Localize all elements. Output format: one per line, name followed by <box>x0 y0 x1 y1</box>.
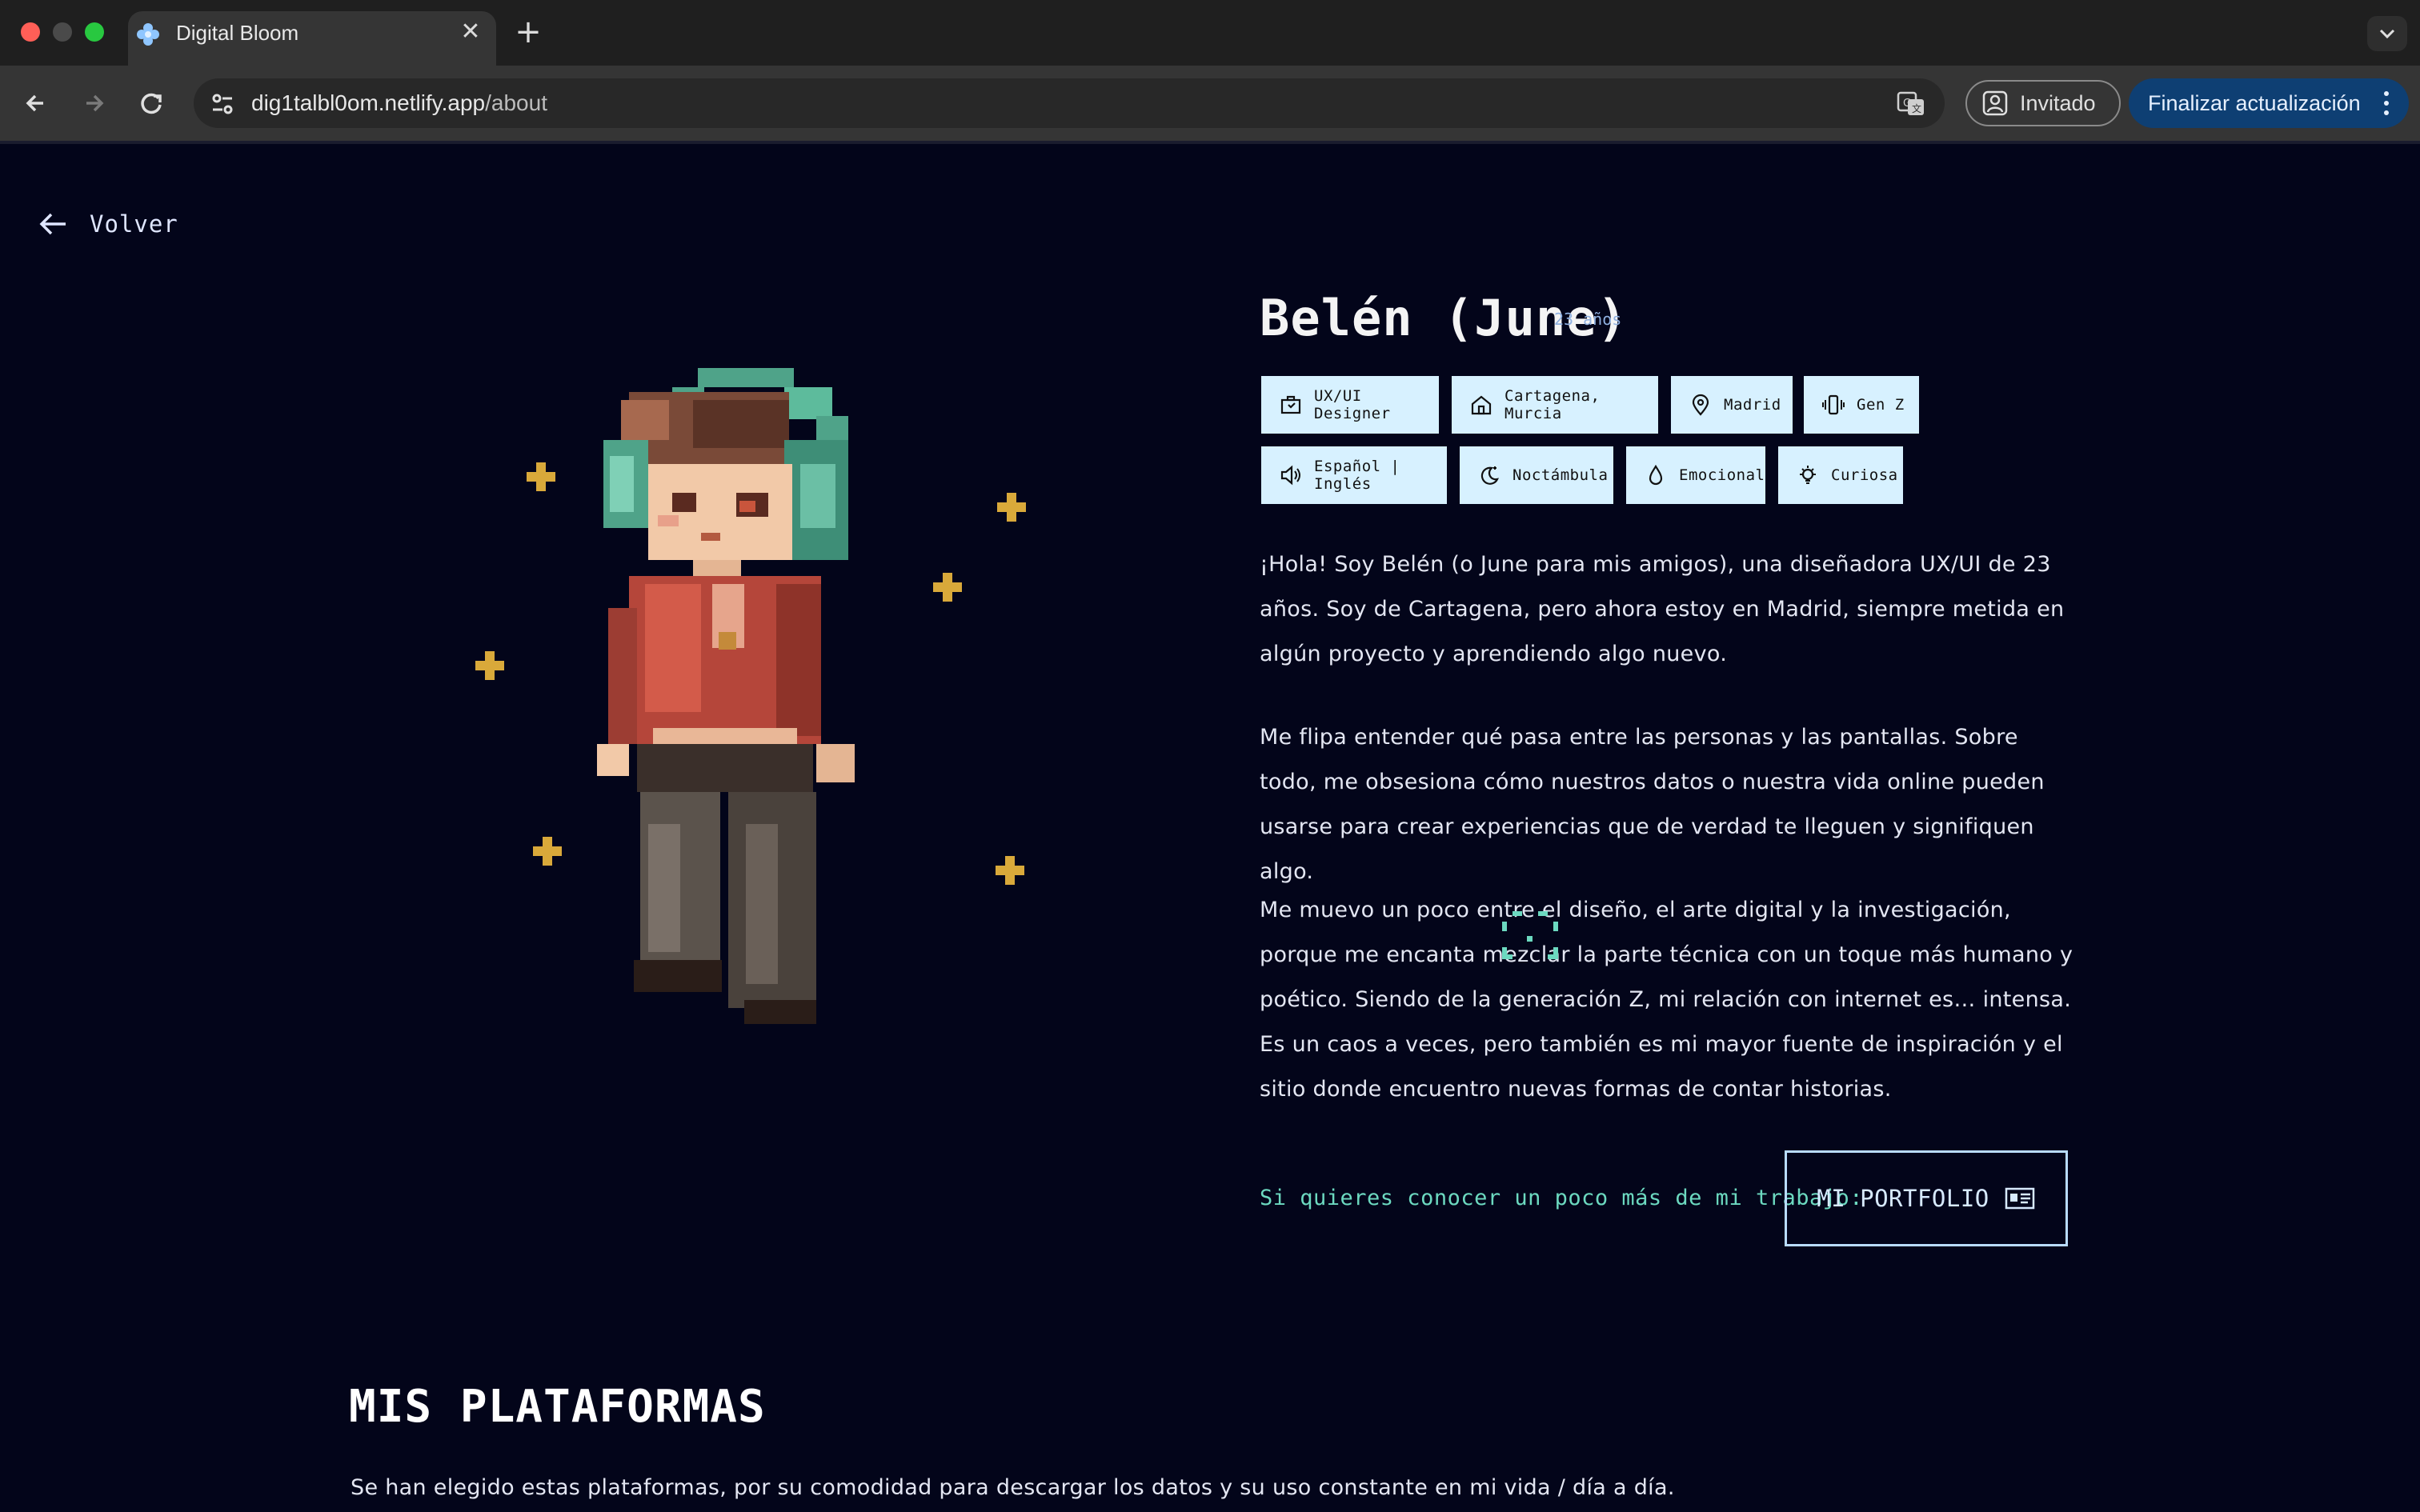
tag-label: Español | Inglés <box>1314 458 1400 493</box>
back-label: Volver <box>90 210 178 238</box>
pixel-avatar-illustration <box>475 368 1026 1024</box>
tab-title: Digital Bloom <box>176 21 299 45</box>
tag-label: Noctámbula <box>1512 466 1609 484</box>
reload-icon[interactable] <box>133 85 170 122</box>
tag-curious: Curiosa <box>1778 446 1903 504</box>
site-settings-icon[interactable] <box>206 88 238 120</box>
new-tab-icon[interactable]: + <box>512 16 544 48</box>
portfolio-button[interactable]: MI PORTFOLIO <box>1785 1150 2068 1246</box>
droplet-icon <box>1649 464 1663 486</box>
tag-origin: Cartagena, Murcia <box>1452 376 1658 434</box>
maximize-window-button[interactable] <box>85 22 104 42</box>
tab-search-button[interactable] <box>2367 16 2407 51</box>
flower-icon <box>137 23 159 46</box>
map-pin-icon <box>1692 394 1709 416</box>
minimize-window-button[interactable] <box>53 22 72 42</box>
profile-age: 23 años <box>1554 310 1622 329</box>
finish-update-label: Finalizar actualización <box>2148 91 2361 115</box>
platforms-section-title: MIS PLATAFORMAS <box>349 1381 766 1433</box>
tag-city: Madrid <box>1671 376 1793 434</box>
page-top-divider <box>0 141 2420 144</box>
translate-icon[interactable]: G 文 <box>1895 88 1927 120</box>
portfolio-button-label: MI PORTFOLIO <box>1817 1185 1989 1212</box>
url-domain: dig1talbl0om.netlify.app <box>251 90 486 115</box>
bio-paragraph-1: ¡Hola! Soy Belén (o June para mis amigos… <box>1260 552 2065 666</box>
tab-close-icon[interactable]: ✕ <box>456 18 485 46</box>
tag-role: UX/UI Designer <box>1261 376 1439 434</box>
svg-text:G: G <box>1903 98 1911 110</box>
id-card-icon <box>2005 1187 2034 1210</box>
moon-stars-icon <box>1480 466 1499 485</box>
person-icon <box>1982 90 2008 116</box>
tag-label: UX/UI Designer <box>1314 387 1391 422</box>
tag-generation: Gen Z <box>1804 376 1919 434</box>
tag-label: Curiosa <box>1831 466 1898 484</box>
tag-label: Emocional <box>1679 466 1765 484</box>
back-arrow-icon[interactable] <box>18 85 54 122</box>
close-window-button[interactable] <box>21 22 40 42</box>
portfolio-cta-text: Si quieres conocer un poco más de mi tra… <box>1260 1186 1863 1210</box>
more-vertical-icon[interactable] <box>2378 86 2394 120</box>
arrow-left-icon <box>39 213 66 235</box>
speaker-icon <box>1280 465 1300 486</box>
guest-label: Invitado <box>2020 91 2096 115</box>
chevron-down-icon <box>2379 29 2395 39</box>
lightbulb-icon <box>1800 466 1816 484</box>
platforms-section-description: Se han elegido estas plataformas, por su… <box>351 1475 1675 1500</box>
tag-languages: Español | Inglés <box>1261 446 1447 504</box>
tag-label: Gen Z <box>1857 396 1905 414</box>
briefcase-icon <box>1280 395 1301 414</box>
url-text[interactable]: dig1talbl0om.netlify.app/about <box>251 88 547 118</box>
url-path: /about <box>485 90 547 115</box>
custom-cursor-icon <box>1502 911 1558 959</box>
tag-night-owl: Noctámbula <box>1460 446 1613 504</box>
home-icon <box>1471 395 1492 415</box>
bio-paragraph-2: Me flipa entender qué pasa entre las per… <box>1260 725 2045 884</box>
phone-vibrate-icon <box>1822 394 1845 415</box>
bio-paragraph-3: Me muevo un poco entre el diseño, el art… <box>1260 898 2073 1102</box>
tag-emotional: Emocional <box>1626 446 1765 504</box>
tag-label: Cartagena, Murcia <box>1504 387 1601 422</box>
tag-label: Madrid <box>1724 396 1781 414</box>
forward-arrow-icon[interactable] <box>75 85 112 122</box>
svg-text:文: 文 <box>1912 102 1921 114</box>
